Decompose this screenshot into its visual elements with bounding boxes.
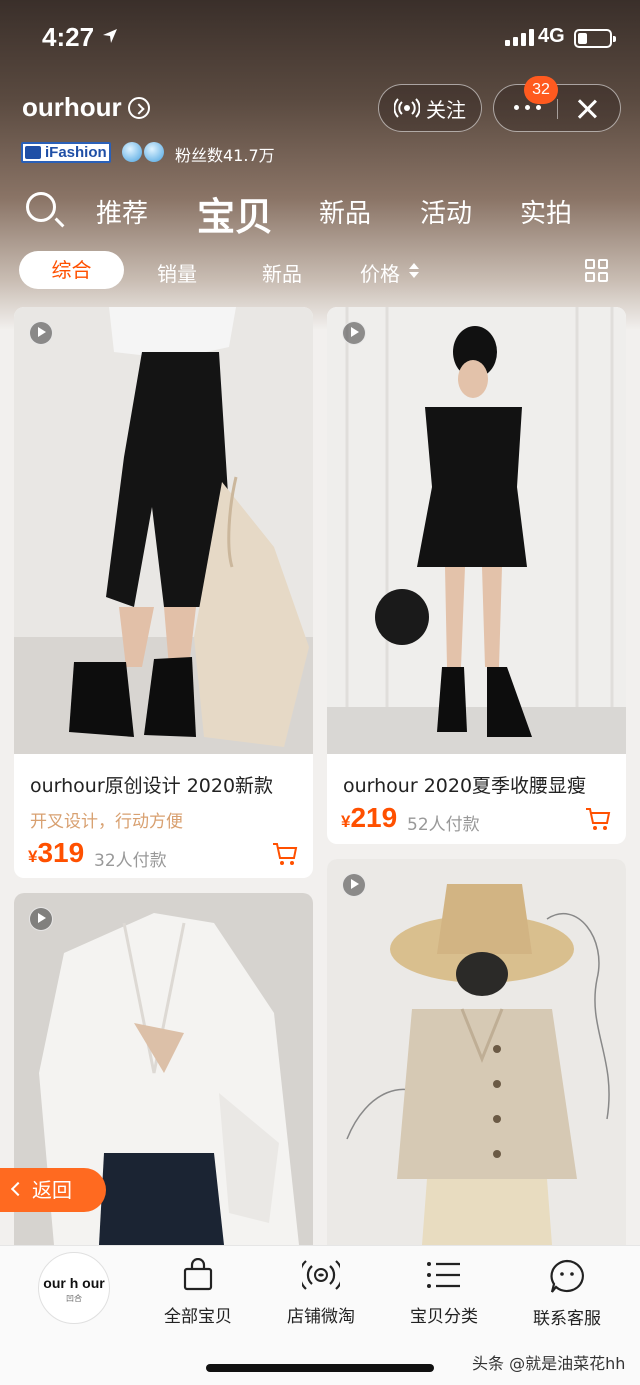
- chevron-left-icon: [10, 1181, 26, 1197]
- sort-price[interactable]: 价格: [360, 258, 400, 287]
- product-price: ¥219: [341, 802, 397, 834]
- shop-level-crowns: [122, 142, 164, 162]
- product-title: ourhour 2020夏季收腰显瘦: [343, 775, 587, 797]
- ifashion-badge: iFashion: [21, 142, 111, 163]
- product-title: ourhour原创设计 2020新款: [30, 775, 274, 797]
- shop-logo[interactable]: our h our 凹合: [38, 1252, 110, 1324]
- search-icon[interactable]: [26, 192, 56, 222]
- video-play-icon: [342, 873, 366, 897]
- fans-count: 粉丝数41.7万: [175, 146, 275, 165]
- status-time: 4:27: [42, 22, 95, 52]
- product-subtitle: 开叉设计，行动方便: [30, 812, 183, 832]
- product-image: [327, 307, 626, 754]
- bottom-nav-all-products[interactable]: 全部宝贝: [143, 1258, 253, 1327]
- cart-icon[interactable]: [272, 842, 298, 866]
- sort-comprehensive[interactable]: 综合: [19, 251, 124, 289]
- tab-real-photos[interactable]: 实拍: [520, 193, 572, 230]
- bottom-nav-label: 联系客服: [533, 1309, 601, 1329]
- broadcast-icon: [394, 98, 420, 118]
- status-bar: 4:27 4G: [0, 0, 640, 78]
- sort-sales[interactable]: 销量: [157, 258, 197, 287]
- sold-count: 32人付款: [94, 851, 167, 871]
- follow-button[interactable]: 关注: [378, 84, 482, 132]
- shop-name[interactable]: ourhour: [22, 92, 122, 123]
- video-play-icon: [29, 321, 53, 345]
- sort-new[interactable]: 新品: [262, 258, 302, 287]
- bottom-nav-label: 店铺微淘: [287, 1307, 355, 1327]
- shop-logo-text: our h our: [43, 1275, 105, 1291]
- product-card[interactable]: [327, 859, 626, 1245]
- bottom-nav-categories[interactable]: 宝贝分类: [389, 1258, 499, 1327]
- video-play-icon: [342, 321, 366, 345]
- signal-icon: [505, 29, 534, 46]
- product-image: [14, 307, 313, 754]
- battery-icon: [574, 29, 616, 48]
- bottom-nav-label: 宝贝分类: [410, 1307, 478, 1327]
- network-type: 4G: [538, 25, 565, 47]
- list-icon: [427, 1262, 460, 1288]
- message-count-badge: 32: [524, 76, 558, 104]
- bottom-nav-customer-service[interactable]: 联系客服: [512, 1258, 622, 1329]
- shop-info-arrow-icon[interactable]: [128, 97, 150, 119]
- bottom-nav-shop-feed[interactable]: 店铺微淘: [266, 1258, 376, 1327]
- back-label: 返回: [32, 1178, 72, 1202]
- cart-icon[interactable]: [585, 807, 611, 831]
- sold-count: 52人付款: [407, 815, 480, 835]
- tab-products[interactable]: 宝贝: [197, 186, 273, 241]
- close-icon[interactable]: [576, 97, 598, 119]
- follow-label: 关注: [426, 97, 466, 122]
- ifashion-logo-icon: [25, 146, 41, 159]
- crown-icon: [122, 142, 142, 162]
- shopping-bag-icon: [183, 1258, 213, 1291]
- shop-logo-subtext: 凹合: [66, 1294, 82, 1303]
- product-card[interactable]: ourhour 2020夏季收腰显瘦 ¥219 52人付款: [327, 307, 626, 844]
- product-price: ¥319: [28, 837, 84, 869]
- product-image: [327, 859, 626, 1245]
- tab-recommend[interactable]: 推荐: [96, 193, 148, 230]
- ifashion-badge-label: iFashion: [45, 144, 107, 161]
- chat-face-icon: [550, 1259, 584, 1293]
- crown-icon: [144, 142, 164, 162]
- more-icon[interactable]: [514, 105, 541, 110]
- broadcast-icon: [302, 1260, 340, 1290]
- capsule-divider: [557, 99, 558, 119]
- tab-activity[interactable]: 活动: [420, 193, 472, 230]
- grid-view-icon[interactable]: [585, 259, 609, 283]
- tab-new[interactable]: 新品: [319, 193, 371, 230]
- video-play-icon: [29, 907, 53, 931]
- back-button[interactable]: 返回: [0, 1168, 106, 1212]
- bottom-nav-label: 全部宝贝: [164, 1307, 232, 1327]
- price-value: 219: [350, 802, 398, 833]
- watermark: 头条 @就是油菜花hh: [472, 1354, 626, 1373]
- location-arrow-icon: [103, 29, 117, 43]
- price-sort-arrows-icon[interactable]: [409, 263, 419, 279]
- price-value: 319: [37, 837, 85, 868]
- product-card[interactable]: ourhour原创设计 2020新款 开叉设计，行动方便 ¥319 32人付款: [14, 307, 313, 878]
- home-indicator[interactable]: [206, 1364, 434, 1372]
